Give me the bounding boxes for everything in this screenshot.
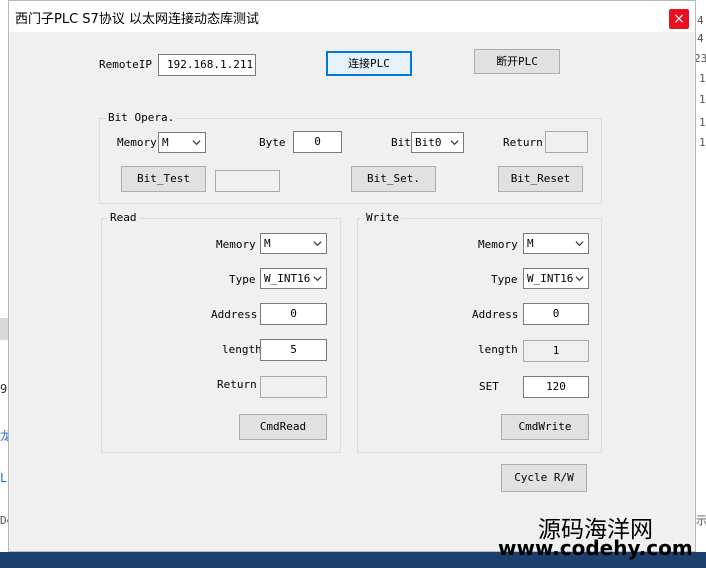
remote-ip-input[interactable]: 192.168.1.211 (158, 54, 256, 76)
cmd-write-button[interactable]: CmdWrite (501, 414, 589, 440)
write-length-output: 1 (523, 340, 589, 362)
read-type-value: W_INT16 (264, 272, 311, 285)
write-memory-value: M (527, 237, 534, 250)
read-type-label: Type (229, 273, 256, 286)
window-title: 西门子PLC S7协议 以太网连接动态库测试 (15, 12, 259, 27)
bit-memory-value: M (162, 136, 169, 149)
title-bar: 西门子PLC S7协议 以太网连接动态库测试 × (9, 1, 695, 32)
bg-fragment-text: 示 (696, 514, 706, 527)
cmd-read-button[interactable]: CmdRead (239, 414, 327, 440)
write-set-label: SET (479, 380, 499, 393)
bg-fragment-text: 4 (697, 14, 704, 27)
bit-test-button[interactable]: Bit_Test (121, 166, 206, 192)
read-memory-value: M (264, 237, 271, 250)
bit-opera-caption: Bit Opera. (106, 111, 177, 124)
write-type-value: W_INT16 (527, 272, 574, 285)
bit-test-result (215, 170, 280, 192)
bit-label: Bit (391, 136, 411, 149)
background-bar (0, 318, 8, 340)
write-memory-label: Memory (478, 238, 518, 251)
bit-memory-label: Memory (117, 136, 157, 149)
close-icon: × (673, 11, 685, 27)
chevron-down-icon (192, 140, 201, 146)
watermark-url: www.codehy.com (498, 536, 693, 560)
read-length-input[interactable]: 5 (260, 339, 327, 361)
chevron-down-icon (313, 241, 322, 247)
bg-fragment-text: 4 (697, 32, 704, 45)
write-memory-select[interactable]: M (523, 233, 589, 254)
cycle-rw-button[interactable]: Cycle R/W (501, 464, 587, 492)
byte-label: Byte (259, 136, 286, 149)
chevron-down-icon (450, 140, 459, 146)
bit-return-label: Return (503, 136, 543, 149)
background-app-right (696, 0, 706, 568)
write-type-label: Type (491, 273, 518, 286)
chevron-down-icon (575, 241, 584, 247)
read-address-input[interactable]: 0 (260, 303, 327, 325)
read-memory-select[interactable]: M (260, 233, 327, 254)
byte-input[interactable]: 0 (293, 131, 342, 153)
client-area: RemoteIP 192.168.1.211 连接PLC 断开PLC Bit O… (9, 32, 695, 552)
bit-reset-button[interactable]: Bit_Reset (498, 166, 583, 192)
connect-plc-button[interactable]: 连接PLC (326, 51, 412, 76)
bg-fragment-text: 1 (699, 72, 706, 85)
close-button[interactable]: × (669, 9, 689, 29)
bit-return-output (545, 131, 588, 153)
chevron-down-icon (575, 276, 584, 282)
write-address-label: Address (472, 308, 519, 321)
bit-set-button[interactable]: Bit_Set. (351, 166, 436, 192)
plc-test-window: 西门子PLC S7协议 以太网连接动态库测试 × RemoteIP 192.16… (8, 0, 696, 552)
bg-fragment-text: 1 (699, 93, 706, 106)
remote-ip-label: RemoteIP (99, 58, 152, 71)
read-return-output (260, 376, 327, 398)
write-type-select[interactable]: W_INT16 (523, 268, 589, 289)
read-length-label: length (222, 343, 262, 356)
bg-fragment-text: 1 (699, 116, 706, 129)
write-set-input[interactable]: 120 (523, 376, 589, 398)
bit-memory-select[interactable]: M (158, 132, 206, 153)
chevron-down-icon (313, 276, 322, 282)
bg-fragment-text: 1 (699, 136, 706, 149)
read-memory-label: Memory (216, 238, 256, 251)
disconnect-plc-button[interactable]: 断开PLC (474, 49, 560, 74)
bit-select[interactable]: Bit0 (411, 132, 464, 153)
bg-fragment-text: 9 (0, 382, 8, 396)
read-return-label: Return (217, 378, 257, 391)
read-caption: Read (108, 211, 139, 224)
write-address-input[interactable]: 0 (523, 303, 589, 325)
read-type-select[interactable]: W_INT16 (260, 268, 327, 289)
bit-value: Bit0 (415, 136, 442, 149)
write-caption: Write (364, 211, 402, 224)
write-length-label: length (478, 343, 518, 356)
read-address-label: Address (211, 308, 258, 321)
